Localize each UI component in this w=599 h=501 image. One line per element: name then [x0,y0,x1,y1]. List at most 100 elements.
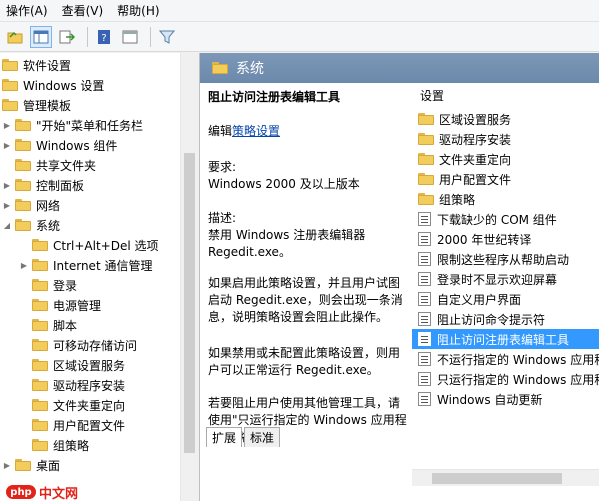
folder-icon [15,179,31,191]
folder-icon [32,359,48,371]
details-pane: 系统 阻止访问注册表编辑工具 编辑策略设置 要求: Windows 2000 及… [199,53,599,501]
folder-icon[interactable] [4,26,26,48]
tree-item-network[interactable]: ▶ 网络 [2,195,60,215]
view-icon[interactable] [119,26,141,48]
pane-header: 系统 [200,53,599,83]
policy-setting-icon [418,252,431,266]
tree-item-removable-storage[interactable]: 可移动存储访问 [32,335,137,355]
settings-list: 设置 区域设置服务 驱动程序安装 文件夹重定向 用户配置文件 组策略 下载缺少的… [412,83,599,469]
tree-item-power[interactable]: 电源管理 [32,295,101,315]
chevron-right-icon[interactable]: ▶ [2,201,12,210]
list-item[interactable]: 下载缺少的 COM 组件 [412,209,599,229]
folder-icon [2,79,18,91]
policy-title: 阻止访问注册表编辑工具 [208,90,341,104]
folder-icon [32,339,48,351]
list-item[interactable]: 自定义用户界面 [412,289,599,309]
policy-description: 阻止访问注册表编辑工具 编辑策略设置 要求: Windows 2000 及以上版… [208,89,408,444]
tree-item-scripts[interactable]: 脚本 [32,315,77,335]
tree-item-control-panel[interactable]: ▶ 控制面板 [2,175,84,195]
tree-item-windows-settings[interactable]: Windows 设置 [2,75,104,95]
folder-icon [15,119,31,131]
tree-item-internet-comm[interactable]: ▶ Internet 通信管理 [19,255,153,275]
policy-setting-icon [418,372,431,386]
toolbar-separator [150,26,151,47]
tree-item-desktop[interactable]: ▶ 桌面 [2,455,60,475]
menu-action[interactable]: 操作(A) [6,2,48,19]
chevron-down-icon[interactable]: ◢ [2,221,12,230]
chevron-right-icon[interactable]: ▶ [2,461,12,470]
list-item[interactable]: 不运行指定的 Windows 应用程序 [412,349,599,369]
tree-item-system[interactable]: ◢ 系统 [2,215,60,235]
folder-icon [32,399,48,411]
policy-setting-icon [418,332,431,346]
list-item[interactable]: 用户配置文件 [412,169,599,189]
list-item[interactable]: 文件夹重定向 [412,149,599,169]
edit-policy-link[interactable]: 策略设置 [232,124,280,138]
menu-view[interactable]: 查看(V) [62,2,104,19]
policy-setting-icon [418,312,431,326]
folder-icon [32,439,48,451]
folder-icon [32,379,48,391]
folder-icon [212,62,228,74]
tree-item-group-policy[interactable]: 组策略 [32,435,89,455]
list-item[interactable]: 驱动程序安装 [412,129,599,149]
policy-setting-icon [418,352,431,366]
tab-extended[interactable]: 扩展 [206,427,243,447]
policy-setting-icon [418,232,431,246]
column-header-setting[interactable]: 设置 [420,87,444,104]
help-icon[interactable]: ? [93,26,115,48]
tree-item-admin-templates[interactable]: 管理模板 [2,95,71,115]
list-item[interactable]: 2000 年世纪转译 [412,229,599,249]
chevron-right-icon[interactable]: ▶ [2,141,12,150]
list-item[interactable]: 登录时不显示欢迎屏幕 [412,269,599,289]
filter-icon[interactable] [156,26,178,48]
pane-icon[interactable] [30,25,52,48]
tree-scrollbar-thumb[interactable] [184,153,195,453]
tree-item-start-menu[interactable]: ▶ "开始"菜单和任务栏 [2,115,143,135]
tree-item-user-profiles[interactable]: 用户配置文件 [32,415,125,435]
tree-item-windows-components[interactable]: ▶ Windows 组件 [2,135,117,155]
chevron-right-icon[interactable]: ▶ [19,261,29,270]
list-item[interactable]: 区域设置服务 [412,109,599,129]
folder-icon [15,459,31,471]
requirements-label: 要求: [208,160,237,174]
chevron-right-icon[interactable]: ▶ [2,181,12,190]
list-scrollbar-thumb[interactable] [432,473,562,484]
tree-item-software-settings[interactable]: 软件设置 [2,55,71,75]
enabled-text: 如果启用此策略设置，并且用户试图启动 Regedit.exe，则会出现一条消息，… [208,276,403,324]
tree-item-locale-services[interactable]: 区域设置服务 [32,355,125,375]
tree-item-ctrl-alt-del[interactable]: Ctrl+Alt+Del 选项 [32,235,158,255]
list-item[interactable]: 只运行指定的 Windows 应用程序 [412,369,599,389]
chevron-right-icon[interactable]: ▶ [2,121,12,130]
tree-item-logon[interactable]: 登录 [32,275,77,295]
disabled-text: 如果禁用或未配置此策略设置，则用户可以正常运行 Regedit.exe。 [208,346,401,377]
list-item[interactable]: 组策略 [412,189,599,209]
folder-icon [32,419,48,431]
tree-item-folder-redirect[interactable]: 文件夹重定向 [32,395,125,415]
folder-icon [32,279,48,291]
watermark-text: 中文网 [39,486,79,501]
folder-icon [32,299,48,311]
toolbar-separator [87,26,88,47]
policy-setting-icon [418,392,431,406]
folder-icon [32,239,48,251]
tree-item-driver-install[interactable]: 驱动程序安装 [32,375,125,395]
tab-standard[interactable]: 标准 [244,427,281,447]
list-item-selected[interactable]: 阻止访问注册表编辑工具 [412,329,599,349]
watermark-badge: php [6,485,36,499]
menu-help[interactable]: 帮助(H) [117,2,159,19]
folder-icon [418,173,434,185]
list-item[interactable]: 阻止访问命令提示符 [412,309,599,329]
requirements-value: Windows 2000 及以上版本 [208,177,360,191]
list-horizontal-scrollbar[interactable] [412,469,599,486]
folder-icon [418,193,434,205]
export-icon[interactable] [56,26,78,48]
list-item[interactable]: 限制这些程序从帮助启动 [412,249,599,269]
view-tabs: 扩展 标准 [200,427,412,447]
watermark-logo: php 中文网 [6,483,78,501]
tree-item-shared-folders[interactable]: 共享文件夹 [2,155,96,175]
policy-setting-icon [418,212,431,226]
folder-icon [2,99,18,111]
list-item[interactable]: Windows 自动更新 [412,389,599,409]
tree-scrollbar[interactable] [180,53,197,501]
